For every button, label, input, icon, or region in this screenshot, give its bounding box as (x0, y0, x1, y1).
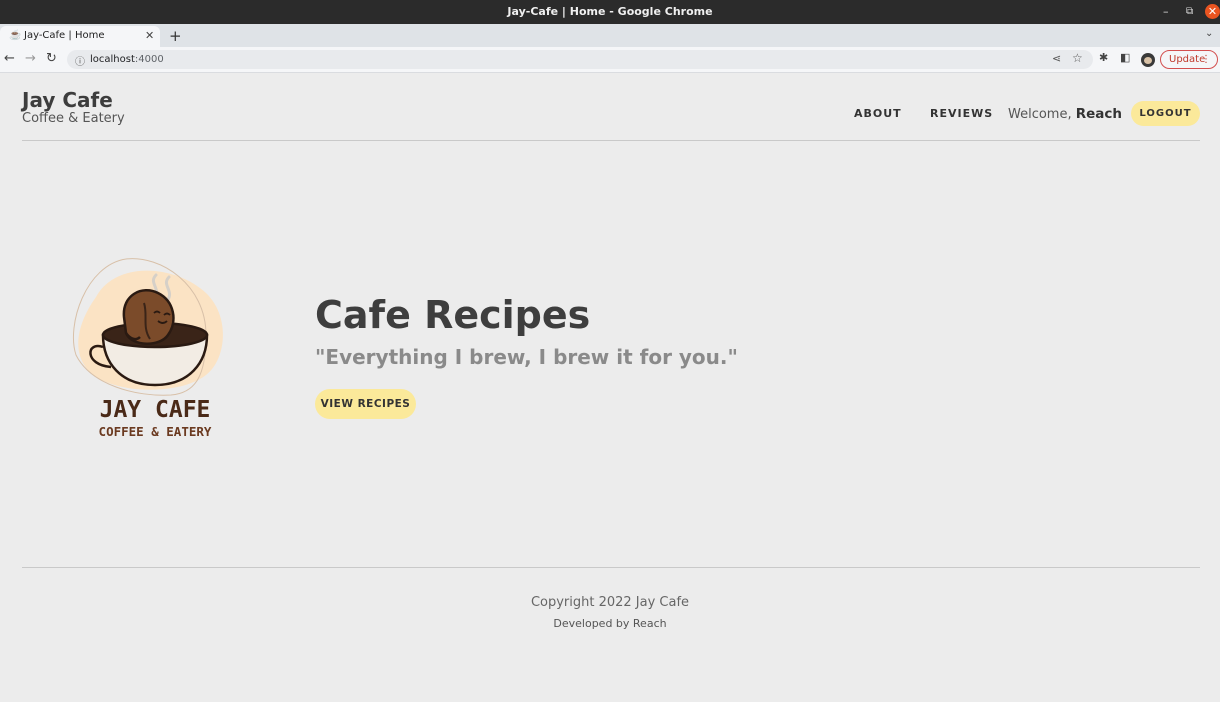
bookmark-star-icon[interactable]: ☆ (1072, 51, 1083, 65)
update-button[interactable]: Update ⋮ (1160, 50, 1218, 69)
maximize-icon[interactable]: ⧉ (1186, 4, 1193, 20)
page-content: Jay Cafe Coffee & Eatery ABOUT REVIEWS W… (0, 73, 1220, 702)
tab-home[interactable]: ☕ Jay-Cafe | Home ✕ (0, 26, 160, 47)
extensions-icon[interactable]: ✱ (1099, 51, 1108, 64)
username: Reach (1075, 106, 1123, 122)
logo-title: JAY CAFE (100, 397, 211, 423)
footer-copyright: Copyright 2022 Jay Cafe (530, 595, 690, 610)
more-menu-icon[interactable]: ⋮ (1201, 51, 1211, 68)
brand-tagline: Coffee & Eatery (22, 111, 125, 126)
profile-avatar[interactable] (1141, 53, 1155, 67)
window-title: Jay-Cafe | Home - Google Chrome (507, 5, 713, 18)
update-label: Update (1169, 54, 1206, 65)
address-bar[interactable]: ⓘ localhost:4000 ⋖ ☆ (67, 50, 1093, 69)
tab-title: Jay-Cafe | Home (24, 30, 105, 41)
header-divider (22, 140, 1200, 141)
hero-quote: "Everything I brew, I brew it for you." (315, 345, 738, 369)
nav-reviews-link[interactable]: REVIEWS (930, 107, 993, 120)
nav-about-link[interactable]: ABOUT (854, 107, 902, 120)
url-text: localhost:4000 (90, 54, 164, 65)
logout-button[interactable]: LOGOUT (1131, 101, 1200, 126)
url-port: :4000 (134, 54, 164, 65)
coffee-favicon-icon: ☕ (9, 30, 22, 41)
reload-icon[interactable]: ↻ (46, 51, 57, 66)
close-window-icon[interactable]: ✕ (1205, 4, 1220, 19)
forward-icon[interactable]: → (25, 51, 36, 66)
page-title: Cafe Recipes (315, 293, 591, 337)
tab-search-icon[interactable]: ⌄ (1205, 28, 1213, 39)
jay-cafe-logo: JAY CAFE COFFEE & EATERY (72, 258, 223, 439)
url-host: localhost (90, 54, 135, 65)
new-tab-button[interactable]: + (169, 27, 182, 45)
welcome-message: Welcome, Reach (1008, 106, 1122, 122)
share-icon[interactable]: ⋖ (1052, 52, 1061, 65)
welcome-prefix: Welcome, (1008, 107, 1076, 122)
window-title-bar: Jay-Cafe | Home - Google Chrome – ⧉ ✕ (0, 0, 1220, 24)
logo-subtitle: COFFEE & EATERY (99, 424, 212, 439)
tab-close-icon[interactable]: ✕ (145, 29, 154, 42)
site-info-icon[interactable]: ⓘ (75, 53, 85, 68)
view-recipes-button[interactable]: VIEW RECIPES (315, 389, 416, 419)
back-icon[interactable]: ← (4, 51, 15, 66)
minimize-icon[interactable]: – (1163, 4, 1169, 20)
brand-name[interactable]: Jay Cafe (22, 88, 113, 112)
browser-toolbar: ← → ↻ ⓘ localhost:4000 ⋖ ☆ (0, 47, 1220, 73)
tab-strip: ☕ Jay-Cafe | Home ✕ + ⌄ (0, 24, 1220, 47)
side-panel-icon[interactable]: ◧ (1120, 51, 1130, 64)
footer-divider (22, 567, 1200, 568)
footer-developer: Developed by Reach (553, 617, 667, 630)
